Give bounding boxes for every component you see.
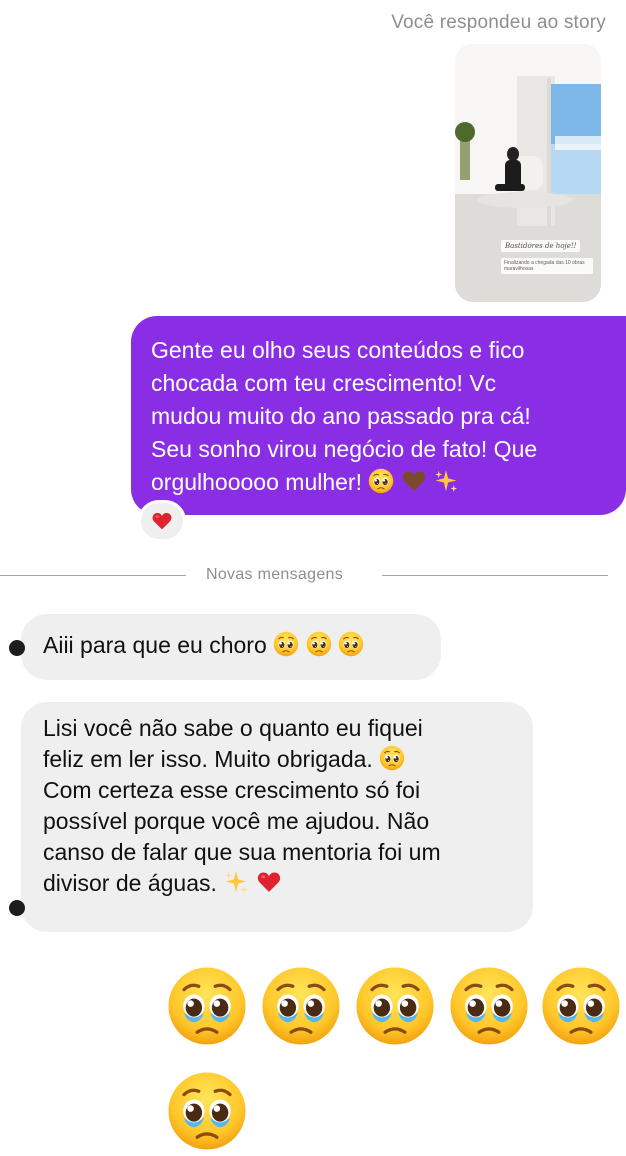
crying-pleading-face-icon[interactable] — [166, 965, 248, 1047]
message-line: Seu sonho virou negócio de fato! Que — [151, 436, 538, 462]
new-messages-divider: Novas mensagens — [0, 566, 626, 586]
outgoing-message-bubble[interactable]: Gente eu olho seus conteúdos e fico choc… — [131, 316, 626, 515]
message-reaction[interactable] — [138, 500, 186, 542]
message-line: Gente eu olho seus conteúdos e fico — [151, 337, 525, 363]
incoming-message-bubble[interactable]: Lisi você não sabe o quanto eu fiquei fe… — [9, 702, 533, 932]
message-line-text: Aiii para que eu choro — [43, 632, 267, 658]
sender-avatar[interactable] — [9, 640, 25, 656]
message-line-text: feliz em ler isso. Muito obrigada. — [43, 746, 373, 772]
pleading-face-icon — [338, 631, 364, 657]
brown-heart-icon — [401, 468, 427, 494]
sender-avatar[interactable] — [9, 900, 25, 916]
message-line-last: orgulhooooo mulher! — [151, 466, 608, 499]
red-heart-icon — [256, 869, 282, 895]
message-line: canso de falar que sua mentoria foi um — [43, 839, 441, 865]
story-thumbnail[interactable]: Bastidores de hoje!! Finalizando a chega… — [455, 44, 601, 302]
message-line: Lisi você não sabe o quanto eu fiquei — [43, 715, 423, 741]
pleading-face-icon — [306, 631, 332, 657]
pleading-face-icon — [379, 745, 405, 771]
divider-rule-right — [382, 575, 608, 576]
pleading-face-icon — [368, 468, 394, 494]
message-line: feliz em ler isso. Muito obrigada. — [43, 744, 511, 775]
divider-rule-left — [0, 575, 186, 576]
incoming-message-bubble[interactable]: Aiii para que eu choro — [9, 614, 441, 680]
pleading-face-icon — [273, 631, 299, 657]
dm-thread: Você respondeu ao story Bastidores de ho… — [0, 0, 626, 1156]
message-line: chocada com teu crescimento! Vc — [151, 370, 497, 396]
story-caption: Bastidores de hoje!! — [501, 240, 581, 252]
story-reply-caption: Você respondeu ao story — [391, 12, 606, 33]
crying-pleading-face-icon[interactable] — [448, 965, 530, 1047]
message-line: Aiii para que eu choro — [43, 630, 419, 661]
story-subcaption: Finalizando a chegada das 10 obras marav… — [501, 258, 593, 274]
message-line: divisor de águas. — [43, 868, 511, 899]
crying-pleading-face-icon[interactable] — [354, 965, 436, 1047]
message-line: mudou muito do ano passado pra cá! — [151, 403, 531, 429]
message-line: Com certeza esse crescimento só foi — [43, 777, 421, 803]
divider-label: Novas mensagens — [206, 566, 344, 583]
crying-pleading-face-icon[interactable] — [166, 1070, 248, 1152]
crying-pleading-face-icon[interactable] — [540, 965, 622, 1047]
message-line: possível porque você me ajudou. Não — [43, 808, 430, 834]
crying-pleading-face-icon[interactable] — [260, 965, 342, 1047]
message-line-text: orgulhooooo mulher! — [151, 469, 362, 495]
red-heart-icon — [151, 510, 173, 532]
sparkles-icon — [433, 468, 459, 494]
sparkles-icon — [223, 869, 249, 895]
message-line-text: divisor de águas. — [43, 870, 217, 896]
